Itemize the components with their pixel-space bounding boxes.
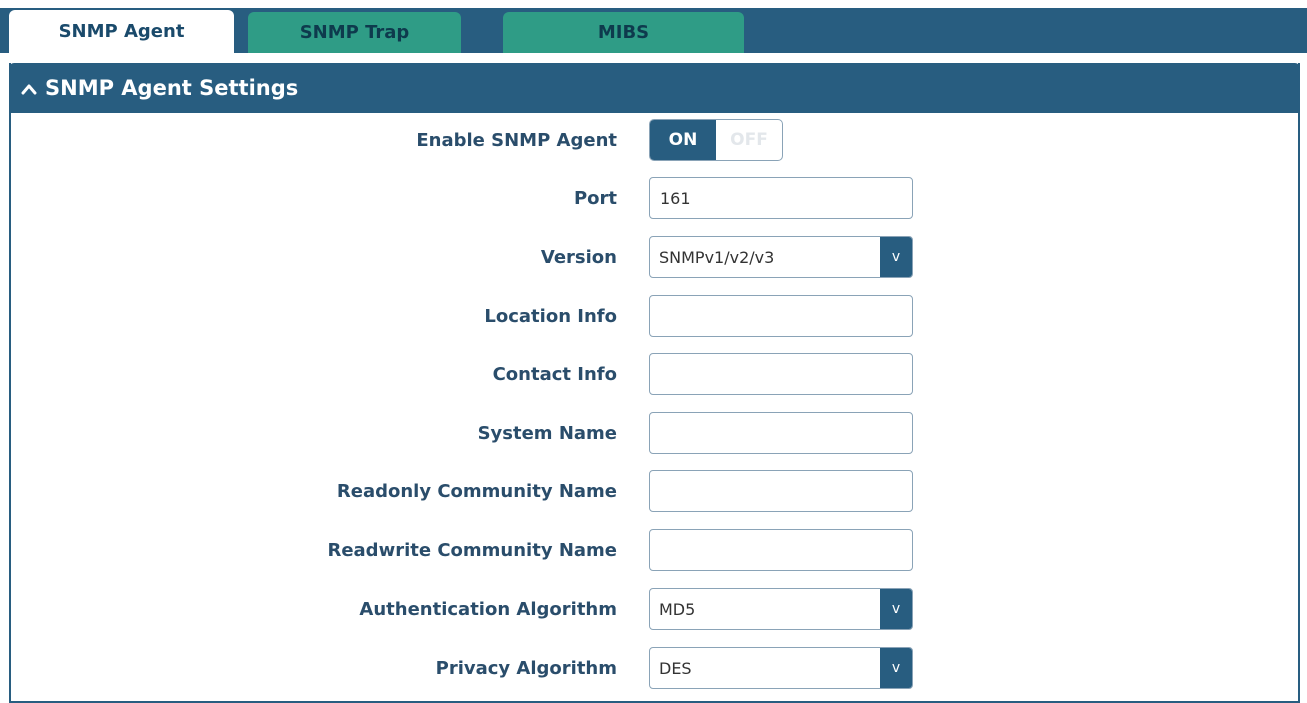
readonly-community-name-label: Readonly Community Name — [336, 480, 617, 502]
privacy-algorithm-label: Privacy Algorithm — [435, 657, 617, 679]
row-privacy-algorithm: Privacy Algorithm DES v — [0, 647, 1307, 689]
port-label: Port — [573, 187, 617, 209]
row-location-info: Location Info — [0, 295, 1307, 337]
row-port: Port — [0, 177, 1307, 219]
tab-mibs[interactable]: MIBS — [503, 12, 744, 53]
readwrite-community-name-input[interactable] — [649, 529, 913, 571]
location-info-label: Location Info — [484, 305, 617, 327]
chevron-up-icon — [21, 76, 37, 100]
version-select-value: SNMPv1/v2/v3 — [659, 247, 775, 267]
chevron-down-icon: v — [880, 648, 912, 688]
readwrite-community-name-label: Readwrite Community Name — [327, 539, 617, 561]
authentication-algorithm-select[interactable]: MD5 v — [649, 588, 913, 630]
tab-snmp-trap[interactable]: SNMP Trap — [248, 12, 461, 53]
row-system-name: System Name — [0, 412, 1307, 454]
enable-snmp-agent-toggle[interactable]: ON OFF — [649, 119, 783, 161]
row-enable-snmp-agent: Enable SNMP Agent ON OFF — [0, 119, 1307, 161]
chevron-down-icon: v — [880, 237, 912, 277]
chevron-down-icon: v — [880, 589, 912, 629]
port-input[interactable] — [649, 177, 913, 219]
authentication-algorithm-value: MD5 — [659, 599, 696, 619]
toggle-off-label: OFF — [730, 130, 768, 150]
row-readwrite-community-name: Readwrite Community Name — [0, 529, 1307, 571]
location-info-input[interactable] — [649, 295, 913, 337]
contact-info-label: Contact Info — [492, 363, 617, 385]
tab-snmp-agent[interactable]: SNMP Agent — [9, 10, 234, 53]
row-contact-info: Contact Info — [0, 353, 1307, 395]
panel-header[interactable]: SNMP Agent Settings — [9, 63, 1300, 113]
panel-title: SNMP Agent Settings — [45, 76, 299, 100]
authentication-algorithm-label: Authentication Algorithm — [359, 598, 617, 620]
contact-info-input[interactable] — [649, 353, 913, 395]
system-name-input[interactable] — [649, 412, 913, 454]
version-select[interactable]: SNMPv1/v2/v3 v — [649, 236, 913, 278]
system-name-label: System Name — [477, 422, 617, 444]
row-authentication-algorithm: Authentication Algorithm MD5 v — [0, 588, 1307, 630]
readonly-community-name-input[interactable] — [649, 470, 913, 512]
row-readonly-community-name: Readonly Community Name — [0, 470, 1307, 512]
row-version: Version SNMPv1/v2/v3 v — [0, 236, 1307, 278]
enable-snmp-agent-label: Enable SNMP Agent — [416, 129, 617, 151]
privacy-algorithm-select[interactable]: DES v — [649, 647, 913, 689]
version-label: Version — [540, 246, 617, 268]
tab-bar: SNMP Agent SNMP Trap MIBS — [0, 0, 1307, 53]
privacy-algorithm-value: DES — [659, 658, 692, 678]
toggle-on-label: ON — [650, 120, 716, 160]
